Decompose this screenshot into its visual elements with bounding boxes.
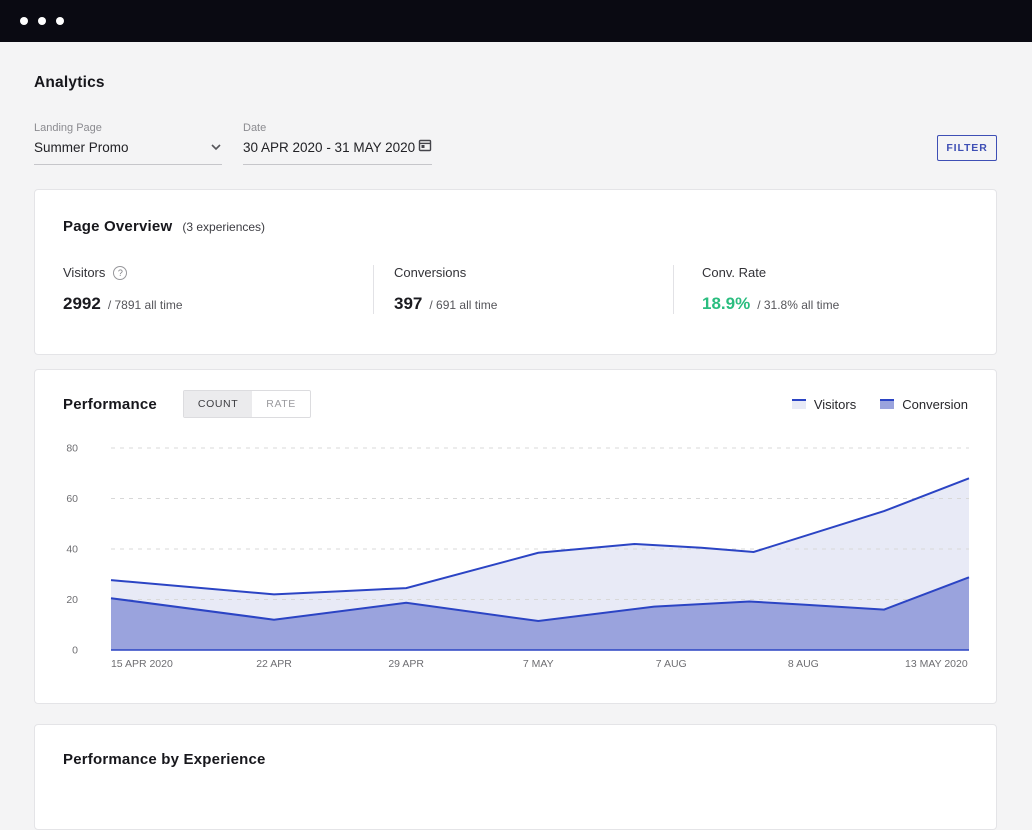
- stat-label: Visitors: [63, 265, 105, 280]
- legend-conversion: Conversion: [880, 397, 968, 412]
- svg-text:0: 0: [72, 645, 78, 657]
- svg-text:40: 40: [66, 544, 78, 556]
- svg-text:7 AUG: 7 AUG: [656, 658, 687, 670]
- chevron-down-icon: [210, 138, 222, 156]
- stat-value: 397: [394, 294, 422, 314]
- toggle-count[interactable]: COUNT: [184, 391, 252, 417]
- calendar-icon: [418, 138, 432, 157]
- experience-title: Performance by Experience: [63, 751, 266, 768]
- landing-page-label: Landing Page: [34, 122, 222, 134]
- main-content: Analytics Landing Page Summer Promo Date…: [0, 74, 1032, 830]
- svg-text:7 MAY: 7 MAY: [523, 658, 554, 670]
- stat-suffix: / 31.8% all time: [757, 298, 839, 312]
- stat-conv-rate: Conv. Rate 18.9% / 31.8% all time: [673, 265, 996, 314]
- page-title: Analytics: [34, 74, 997, 92]
- help-icon[interactable]: ?: [113, 266, 127, 280]
- legend-visitors: Visitors: [792, 397, 856, 412]
- overview-subtitle: (3 experiences): [182, 220, 265, 234]
- page-overview-card: Page Overview (3 experiences) Visitors ?…: [34, 189, 997, 355]
- stat-suffix: / 7891 all time: [108, 298, 183, 312]
- overview-title: Page Overview: [63, 218, 172, 235]
- svg-text:80: 80: [66, 443, 78, 455]
- count-rate-toggle: COUNT RATE: [183, 390, 311, 418]
- svg-text:8 AUG: 8 AUG: [788, 658, 819, 670]
- svg-text:15 APR 2020: 15 APR 2020: [111, 658, 173, 670]
- performance-by-experience-card: Performance by Experience: [34, 724, 997, 830]
- svg-text:29 APR: 29 APR: [388, 658, 424, 670]
- filter-bar: Landing Page Summer Promo Date 30 APR 20…: [34, 122, 997, 165]
- date-label: Date: [243, 122, 432, 134]
- svg-text:22 APR: 22 APR: [256, 658, 292, 670]
- svg-text:60: 60: [66, 493, 78, 505]
- svg-text:13 MAY 2020: 13 MAY 2020: [905, 658, 968, 670]
- visitors-swatch: [792, 399, 806, 409]
- conversion-swatch: [880, 399, 894, 409]
- stat-conversions: Conversions 397 / 691 all time: [373, 265, 673, 314]
- overview-stats: Visitors ? 2992 / 7891 all time Conversi…: [35, 265, 996, 314]
- chart-legend: Visitors Conversion: [792, 397, 968, 412]
- performance-chart: 0 20 40 60 80 15 APR 2020 22 APR 29 APR 7 MAY 7 A…: [51, 430, 986, 690]
- window-dot-3[interactable]: [56, 17, 64, 25]
- filter-button[interactable]: FILTER: [937, 135, 997, 161]
- window-dot-1[interactable]: [20, 17, 28, 25]
- date-range-field[interactable]: Date 30 APR 2020 - 31 MAY 2020: [243, 122, 432, 165]
- performance-card: Performance COUNT RATE Visitors Conversi…: [34, 369, 997, 704]
- stat-visitors: Visitors ? 2992 / 7891 all time: [35, 265, 373, 314]
- toggle-rate[interactable]: RATE: [252, 391, 310, 417]
- stat-suffix: / 691 all time: [429, 298, 497, 312]
- window-dot-2[interactable]: [38, 17, 46, 25]
- stat-value: 2992: [63, 294, 101, 314]
- stat-label: Conv. Rate: [702, 265, 766, 280]
- performance-title: Performance: [63, 396, 157, 413]
- landing-page-value: Summer Promo: [34, 140, 129, 155]
- svg-text:20: 20: [66, 594, 78, 606]
- landing-page-select[interactable]: Landing Page Summer Promo: [34, 122, 222, 165]
- stat-label: Conversions: [394, 265, 466, 280]
- window-titlebar: [0, 0, 1032, 42]
- stat-value: 18.9%: [702, 294, 750, 314]
- date-value: 30 APR 2020 - 31 MAY 2020: [243, 140, 415, 155]
